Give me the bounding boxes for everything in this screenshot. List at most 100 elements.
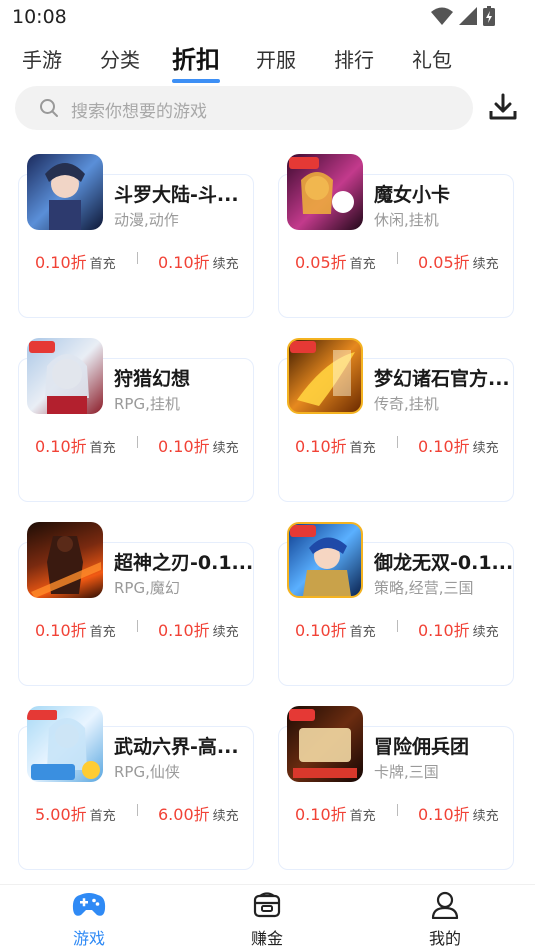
nav-games-label: 游戏: [72, 929, 105, 948]
status-time: 10:08: [12, 6, 67, 28]
bottom-nav: 游戏 赚金 我的: [0, 884, 535, 951]
game-art-icon: [290, 525, 351, 596]
game-thumbnail[interactable]: [287, 154, 363, 230]
renew-charge-discount: 0.10折 续充: [418, 617, 499, 641]
game-thumbnail[interactable]: [287, 338, 363, 414]
wallet-icon: [253, 892, 281, 918]
signal-icon: [459, 7, 477, 25]
price-divider: [137, 252, 138, 264]
renew-charge-price: 0.10折: [158, 621, 210, 640]
price-divider: [137, 620, 138, 632]
tab-mobile-games[interactable]: 手游: [22, 44, 62, 73]
game-tags: RPG,魔幻: [114, 579, 180, 597]
search-icon: [40, 99, 58, 117]
first-charge-discount: 0.10折 首充: [295, 433, 376, 457]
tab-categories[interactable]: 分类: [100, 44, 140, 73]
status-bar: 10:08: [0, 0, 535, 36]
price-divider: [397, 252, 398, 264]
first-charge-label: 首充: [349, 625, 376, 640]
tab-active-indicator: [172, 79, 220, 83]
tab-gift-pack[interactable]: 礼包: [412, 44, 452, 73]
first-charge-label: 首充: [89, 257, 116, 272]
renew-charge-price: 0.05折: [418, 253, 470, 272]
wifi-icon: [431, 7, 453, 25]
download-icon[interactable]: [488, 92, 518, 122]
first-charge-discount: 0.10折 首充: [35, 433, 116, 457]
renew-charge-discount: 0.10折 续充: [418, 433, 499, 457]
renew-charge-price: 0.10折: [158, 253, 210, 272]
game-tags: RPG,仙侠: [114, 763, 180, 781]
first-charge-label: 首充: [349, 809, 376, 824]
game-name: 超神之刃-0.1...: [114, 552, 254, 574]
renew-charge-price: 6.00折: [158, 805, 210, 824]
renew-charge-label: 续充: [472, 441, 499, 456]
tab-ranking[interactable]: 排行: [334, 44, 374, 73]
gamepad-icon: [72, 893, 106, 916]
first-charge-discount: 0.10折 首充: [295, 617, 376, 641]
search-input[interactable]: 搜索你想要的游戏: [15, 86, 473, 130]
first-charge-discount: 0.10折 首充: [35, 249, 116, 273]
game-thumbnail[interactable]: [27, 154, 103, 230]
first-charge-discount: 0.10折 首充: [35, 617, 116, 641]
renew-charge-discount: 0.10折 续充: [158, 433, 239, 457]
first-charge-discount: 0.10折 首充: [295, 801, 376, 825]
renew-charge-discount: 0.10折 续充: [158, 249, 239, 273]
renew-charge-label: 续充: [212, 257, 239, 272]
game-art-icon: [290, 341, 355, 406]
top-tabs: 手游 分类 折扣 开服 排行 礼包: [0, 40, 535, 83]
price-divider: [137, 436, 138, 448]
game-art-icon: [27, 710, 100, 780]
first-charge-label: 首充: [89, 809, 116, 824]
renew-charge-price: 0.10折: [418, 805, 470, 824]
game-name: 武动六界-高...: [114, 736, 239, 758]
renew-charge-price: 0.10折: [418, 437, 470, 456]
price-divider: [397, 804, 398, 816]
game-thumbnail[interactable]: [27, 338, 103, 414]
renew-charge-label: 续充: [472, 625, 499, 640]
price-divider: [397, 620, 398, 632]
renew-charge-label: 续充: [212, 441, 239, 456]
first-charge-price: 0.05折: [295, 253, 347, 272]
first-charge-price: 0.10折: [295, 805, 347, 824]
first-charge-price: 0.10折: [295, 621, 347, 640]
battery-icon: [483, 6, 495, 26]
game-thumbnail[interactable]: [287, 706, 363, 782]
renew-charge-discount: 6.00折 续充: [158, 801, 239, 825]
game-tags: RPG,挂机: [114, 395, 180, 413]
first-charge-price: 0.10折: [35, 437, 87, 456]
renew-charge-discount: 0.10折 续充: [418, 801, 499, 825]
first-charge-label: 首充: [349, 257, 376, 272]
renew-charge-discount: 0.05折 续充: [418, 249, 499, 273]
game-name: 梦幻诸石官方...: [374, 368, 510, 390]
renew-charge-discount: 0.10折 续充: [158, 617, 239, 641]
renew-charge-label: 续充: [472, 257, 499, 272]
game-name: 冒险佣兵团: [374, 736, 470, 758]
nav-me-label: 我的: [428, 929, 461, 948]
tab-discount[interactable]: 折扣: [172, 40, 220, 83]
game-tags: 动漫,动作: [114, 211, 179, 229]
renew-charge-price: 0.10折: [158, 437, 210, 456]
game-art-icon: [31, 536, 101, 598]
nav-earn[interactable]: 赚金: [227, 891, 307, 949]
first-charge-price: 0.10折: [35, 621, 87, 640]
tab-discount-label: 折扣: [172, 46, 220, 74]
game-art-icon: [289, 709, 357, 778]
first-charge-label: 首充: [89, 441, 116, 456]
game-tags: 传奇,挂机: [374, 395, 439, 413]
first-charge-price: 0.10折: [35, 253, 87, 272]
game-tags: 策略,经营,三国: [374, 579, 474, 597]
game-art-icon: [45, 163, 85, 230]
tab-server-open[interactable]: 开服: [256, 44, 296, 73]
renew-charge-label: 续充: [212, 809, 239, 824]
game-art-icon: [289, 157, 354, 214]
price-divider: [397, 436, 398, 448]
game-thumbnail[interactable]: [27, 706, 103, 782]
user-icon: [431, 891, 459, 920]
first-charge-discount: 5.00折 首充: [35, 801, 116, 825]
game-tags: 卡牌,三国: [374, 763, 439, 781]
game-thumbnail[interactable]: [287, 522, 363, 598]
game-thumbnail[interactable]: [27, 522, 103, 598]
game-name: 狩猎幻想: [114, 368, 191, 390]
nav-games[interactable]: 游戏: [49, 891, 129, 949]
nav-me[interactable]: 我的: [405, 891, 485, 949]
